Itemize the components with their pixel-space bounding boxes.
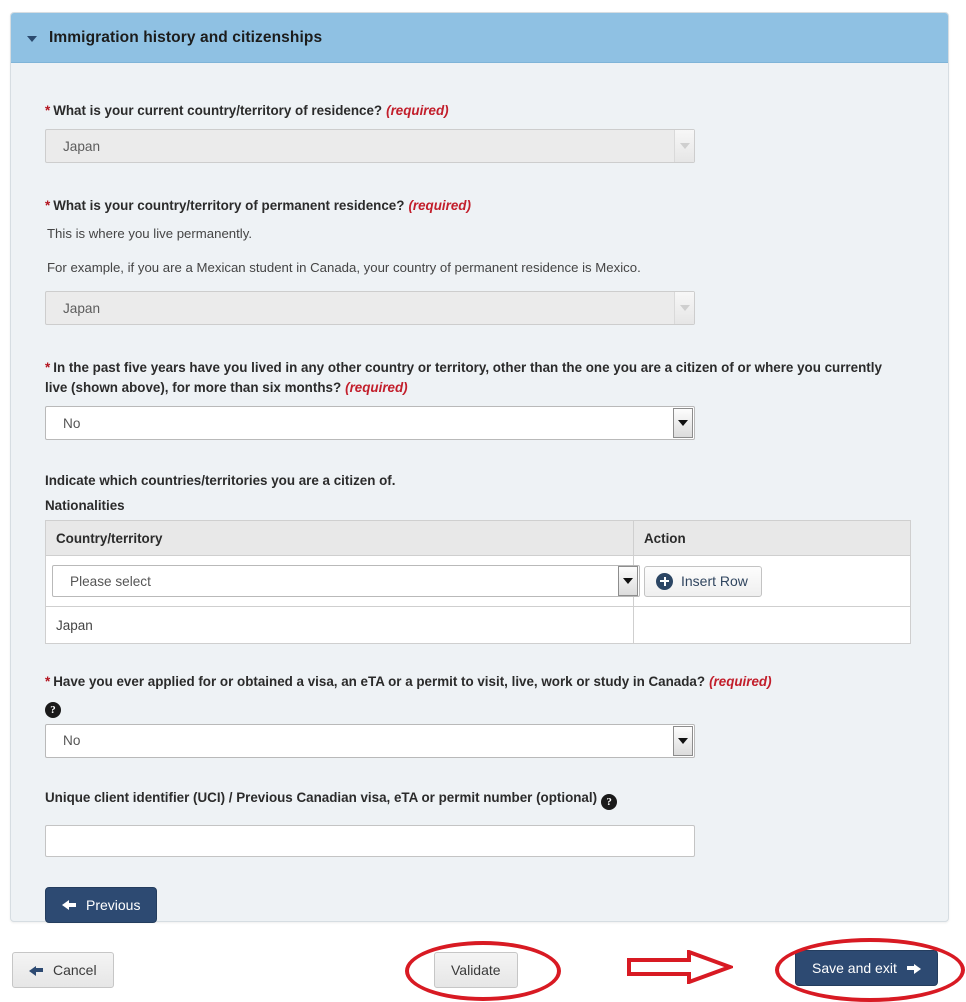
cell-country-select: Please select [45, 555, 640, 608]
chevron-down-icon[interactable] [674, 292, 694, 325]
plus-circle-icon [656, 572, 673, 590]
field-current-residence: * What is your current country/territory … [45, 101, 914, 164]
label-uci: Unique client identifier (UCI) / Previou… [45, 788, 914, 810]
select-lived-other-country-value: No [63, 415, 81, 431]
bottom-action-bar: Cancel Validate Save and exit [0, 935, 966, 996]
validate-button-label: Validate [451, 962, 501, 978]
label-text: What is your current country/territory o… [53, 103, 383, 118]
required-asterisk: * [45, 198, 51, 214]
help-permanent-residence-2: For example, if you are a Mexican studen… [47, 259, 641, 275]
cell-action: Insert Row [633, 555, 911, 608]
select-lived-other-country[interactable]: No [45, 406, 695, 441]
chevron-down-icon[interactable] [674, 130, 694, 163]
table-row: Please select Insert Row [45, 555, 911, 608]
label-text: Unique client identifier (UCI) / Previou… [45, 789, 598, 805]
label-visa-applied: * Have you ever applied for or obtained a… [45, 672, 914, 691]
label-lived-other-country: * In the past five years have you lived i… [45, 358, 907, 397]
select-current-residence[interactable]: Japan [45, 129, 695, 164]
cell-country-value: Japan [45, 606, 634, 645]
select-current-residence-value: Japan [63, 138, 101, 154]
label-text: Have you ever applied for or obtained a … [53, 674, 706, 690]
help-permanent-residence-1: This is where you live permanently. [47, 225, 252, 241]
question-mark-icon[interactable]: ? [45, 701, 61, 718]
previous-button-label: Previous [86, 896, 141, 913]
required-tag: (required) [345, 379, 408, 395]
chevron-down-icon[interactable] [673, 408, 693, 439]
table-row: Japan [45, 606, 911, 645]
validate-button[interactable]: Validate [434, 952, 518, 988]
label-current-residence: * What is your current country/territory … [45, 101, 914, 120]
previous-button-wrap: Previous [45, 886, 914, 923]
field-visa-applied: * Have you ever applied for or obtained a… [45, 672, 914, 758]
arrow-left-icon [29, 965, 44, 976]
required-asterisk: * [45, 360, 51, 376]
field-permanent-residence: * What is your country/territory of perma… [45, 196, 914, 326]
chevron-down-icon[interactable] [27, 35, 37, 42]
uci-input[interactable] [45, 824, 695, 857]
save-and-exit-button[interactable]: Save and exit [795, 950, 938, 986]
arrow-left-icon [62, 899, 77, 911]
select-nationality-value: Please select [70, 573, 151, 589]
form-panel: Immigration history and citizenships * Wh… [10, 12, 949, 923]
save-and-exit-button-label: Save and exit [812, 960, 897, 976]
previous-button[interactable]: Previous [45, 886, 158, 923]
label-text: In the past five years have you lived in… [45, 360, 882, 395]
table-header-row: Country/territory Action [45, 520, 911, 557]
label-text: What is your country/territory of perman… [53, 198, 405, 214]
column-header-action: Action [633, 520, 911, 557]
required-tag: (required) [408, 198, 471, 214]
arrow-right-icon [906, 963, 921, 974]
nationalities-intro: Indicate which countries/territories you… [45, 473, 396, 489]
select-visa-applied-value: No [63, 733, 81, 749]
insert-row-label: Insert Row [681, 573, 748, 590]
panel-body: * What is your current country/territory … [11, 63, 948, 923]
select-visa-applied[interactable]: No [45, 723, 695, 758]
field-lived-other-country: * In the past five years have you lived i… [45, 358, 914, 441]
chevron-down-icon[interactable] [618, 566, 638, 597]
required-asterisk: * [45, 674, 51, 690]
nationalities-table: Country/territory Action Please select I… [45, 520, 911, 645]
label-permanent-residence: * What is your country/territory of perma… [45, 196, 914, 215]
select-permanent-residence-value: Japan [63, 300, 101, 316]
chevron-down-icon[interactable] [673, 725, 693, 756]
question-mark-icon[interactable]: ? [601, 793, 618, 810]
page-title: Immigration history and citizenships [49, 28, 323, 46]
panel-header[interactable]: Immigration history and citizenships [11, 13, 948, 63]
nationalities-title: Nationalities [45, 498, 125, 514]
cancel-button[interactable]: Cancel [12, 952, 114, 988]
cell-action-value [633, 606, 911, 645]
required-asterisk: * [45, 103, 51, 118]
required-tag: (required) [386, 103, 449, 118]
cancel-button-label: Cancel [53, 962, 97, 978]
field-uci: Unique client identifier (UCI) / Previou… [45, 788, 914, 857]
column-header-country: Country/territory [45, 520, 634, 557]
section-nationalities: Indicate which countries/territories you… [45, 473, 914, 645]
select-nationality[interactable]: Please select [52, 565, 640, 598]
required-tag: (required) [709, 674, 772, 690]
insert-row-button[interactable]: Insert Row [644, 565, 762, 597]
select-permanent-residence[interactable]: Japan [45, 291, 695, 326]
